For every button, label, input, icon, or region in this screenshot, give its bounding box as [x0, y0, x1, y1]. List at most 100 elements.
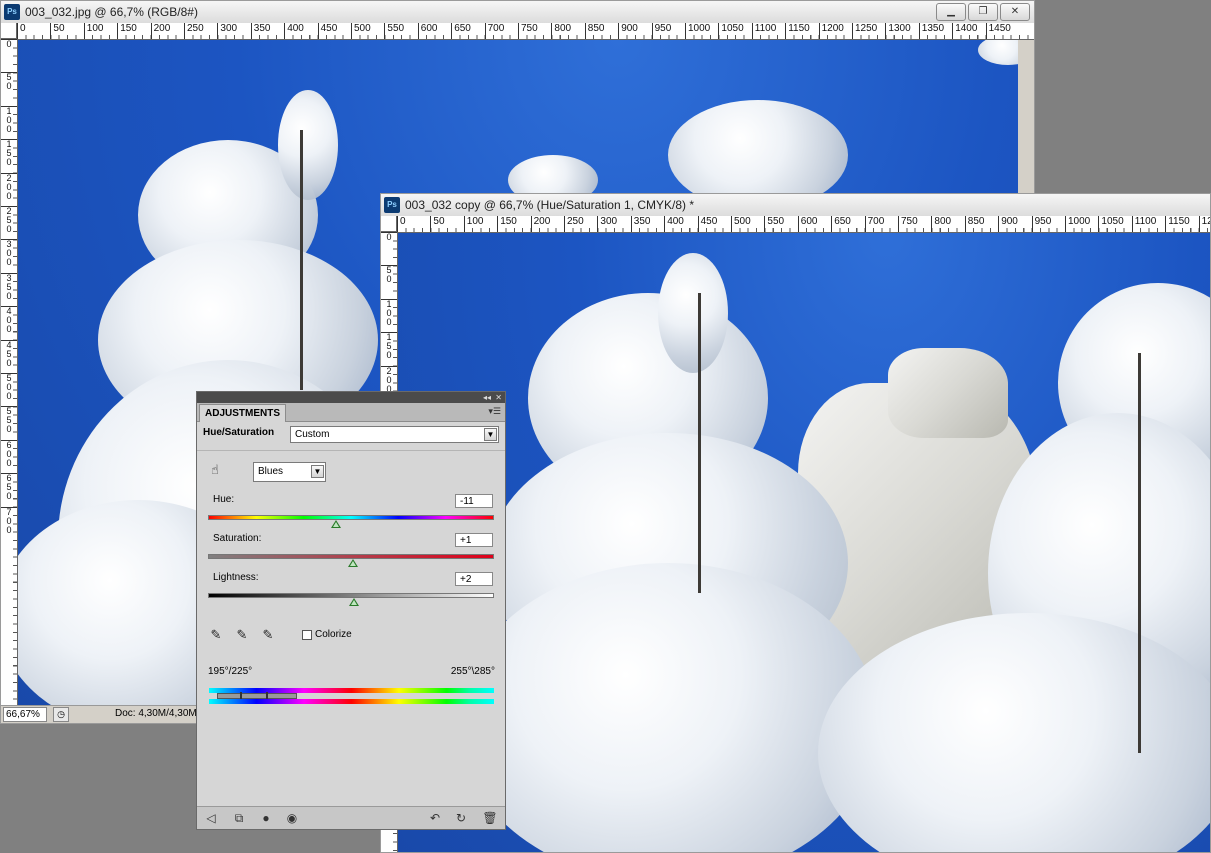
ruler-tick-label: 1 5 0: [1, 139, 17, 167]
panel-menu-icon[interactable]: ▾☰: [488, 406, 501, 417]
ruler-tick-label: 950: [1031, 216, 1051, 232]
channel-value: Blues: [258, 466, 284, 477]
back-arrow-icon[interactable]: ◁: [203, 810, 219, 826]
trash-icon[interactable]: 🗑: [482, 810, 498, 826]
saturation-slider-thumb[interactable]: [348, 559, 358, 567]
panel-bottom-toolbar: ◁ ⧉ ● ◉ ↶ ↻ 🗑: [197, 806, 505, 829]
ruler-tick-label: 1250: [852, 23, 877, 39]
window-titlebar[interactable]: Ps 003_032 copy @ 66,7% (Hue/Saturation …: [381, 194, 1210, 217]
restore-button[interactable]: ❐: [968, 3, 998, 21]
ruler-tick-label: 350: [630, 216, 650, 232]
ruler-tick-label: 250: [564, 216, 584, 232]
channel-select[interactable]: Blues ▼: [253, 462, 326, 482]
eyedropper-plus-icon[interactable]: ✎: [234, 627, 250, 643]
ruler-origin[interactable]: [381, 216, 397, 232]
eyedropper-icon[interactable]: ✎: [208, 627, 224, 643]
hue-input[interactable]: -11: [455, 494, 493, 508]
ruler-tick-label: 300: [217, 23, 237, 39]
tab-adjustments[interactable]: ADJUSTMENTS: [199, 404, 287, 422]
ruler-tick-label: 700: [864, 216, 884, 232]
timer-icon[interactable]: ◷: [53, 707, 69, 722]
minimize-button[interactable]: ▁: [936, 3, 966, 21]
horizontal-ruler[interactable]: 0 50 100 150 200 250 300 350 400 450 500 550 600 650 7…: [397, 216, 1210, 233]
ruler-origin[interactable]: [1, 23, 17, 39]
ruler-tick-label: 350: [250, 23, 270, 39]
ruler-tick-label: 600: [417, 23, 437, 39]
ruler-tick-label: 3 0 0: [1, 239, 17, 267]
reset-icon[interactable]: ↻: [453, 810, 469, 826]
window-title: 003_032 copy @ 66,7% (Hue/Saturation 1, …: [405, 198, 695, 212]
hue-slider-track[interactable]: [208, 515, 494, 520]
ruler-tick-label: 1200: [818, 23, 844, 39]
ruler-tick-label: 550: [384, 23, 404, 39]
preset-value: Custom: [295, 429, 330, 440]
close-button[interactable]: ✕: [1000, 3, 1030, 21]
ruler-tick-label: 750: [518, 23, 538, 39]
adjustments-panel[interactable]: ◂◂ ✕ ADJUSTMENTS ▾☰ Hue/Saturation Custo…: [196, 391, 506, 830]
document-info[interactable]: Doc: 4,30M/4,30M: [115, 708, 197, 719]
eyedropper-minus-icon[interactable]: ✎: [260, 627, 276, 643]
window-title: 003_032.jpg @ 66,7% (RGB/8#): [25, 5, 198, 19]
ruler-tick-label: 1050: [718, 23, 744, 39]
ruler-tick-label: 950: [651, 23, 671, 39]
ruler-tick-label: 400: [284, 23, 304, 39]
ruler-tick-label: 900: [998, 216, 1018, 232]
ruler-tick-label: 4 5 0: [1, 339, 17, 368]
ruler-tick-label: 4 0 0: [1, 306, 17, 334]
collapse-panel-button[interactable]: ◂◂: [483, 392, 491, 403]
ruler-tick-label: 800: [931, 216, 951, 232]
ruler-tick-label: 450: [697, 216, 717, 232]
ruler-tick-label: 1450: [985, 23, 1011, 39]
ruler-tick-label: 0: [397, 216, 406, 232]
lightness-input[interactable]: +2: [455, 572, 493, 586]
clip-to-layer-icon[interactable]: ●: [258, 810, 274, 826]
ruler-tick-label: 550: [764, 216, 784, 232]
ruler-tick-label: 5 0: [381, 265, 397, 284]
ruler-tick-label: 600: [797, 216, 817, 232]
close-panel-button[interactable]: ✕: [495, 392, 502, 403]
range-right-readout: 255°\285°: [450, 666, 495, 677]
ruler-tick-label: 200: [530, 216, 550, 232]
chevron-down-icon: ▼: [484, 428, 497, 441]
ruler-tick-label: 3 5 0: [1, 272, 17, 301]
ruler-tick-label: 300: [597, 216, 617, 232]
expanded-view-icon[interactable]: ⧉: [231, 810, 247, 826]
ruler-tick-label: 1400: [952, 23, 977, 39]
ruler-tick-label: 1100: [1131, 216, 1156, 232]
view-previous-state-icon[interactable]: ↶: [427, 810, 443, 826]
ruler-tick-label: 500: [351, 23, 371, 39]
ruler-tick-label: 1000: [1065, 216, 1090, 232]
lightness-slider-thumb[interactable]: [349, 598, 359, 606]
ruler-tick-label: 750: [898, 216, 918, 232]
colorize-label: Colorize: [315, 629, 352, 640]
ruler-tick-label: 6 5 0: [1, 473, 17, 501]
ruler-tick-label: 1200: [1198, 216, 1210, 232]
preset-select[interactable]: Custom ▼: [290, 426, 499, 443]
ruler-tick-label: 1 0 0: [1, 105, 17, 134]
ruler-tick-label: 650: [831, 216, 851, 232]
adjustment-type-label: Hue/Saturation: [203, 427, 275, 438]
ruler-tick-label: 1 0 0: [381, 298, 397, 327]
ruler-tick-label: 2 0 0: [381, 365, 397, 394]
horizontal-ruler[interactable]: 0 50 100 150 200 250 300 350 400 450 500 550 600 650 7…: [17, 23, 1034, 40]
hue-slider-thumb[interactable]: [331, 520, 341, 528]
hand-target-icon[interactable]: ☝: [207, 462, 223, 478]
zoom-level-field[interactable]: 66,67%: [3, 707, 47, 722]
ruler-tick-label: 150: [497, 216, 517, 232]
saturation-input[interactable]: +1: [455, 533, 493, 547]
range-left-readout: 195°/225°: [208, 666, 253, 677]
colorize-checkbox[interactable]: [302, 630, 312, 640]
ruler-tick-label: 50: [50, 23, 65, 39]
ruler-tick-label: 5 0 0: [1, 373, 17, 401]
visibility-eye-icon[interactable]: ◉: [284, 810, 300, 826]
image-canvas[interactable]: [398, 233, 1210, 852]
ruler-tick-label: 7 0 0: [1, 506, 17, 535]
ruler-tick-label: 2 5 0: [1, 206, 17, 234]
panel-header[interactable]: ◂◂ ✕: [197, 392, 505, 403]
ruler-tick-label: 850: [964, 216, 984, 232]
window-titlebar[interactable]: Ps 003_032.jpg @ 66,7% (RGB/8#) ▁ ❐ ✕: [1, 1, 1034, 24]
chevron-down-icon: ▼: [311, 465, 324, 478]
vertical-ruler[interactable]: 0 5 0 1 0 0 1 5 0 2 0 0 2 5 0 3 0 0 3 5 0 4 0 0 4…: [1, 39, 18, 708]
ruler-tick-label: 1100: [751, 23, 776, 39]
ruler-tick-label: 900: [618, 23, 638, 39]
